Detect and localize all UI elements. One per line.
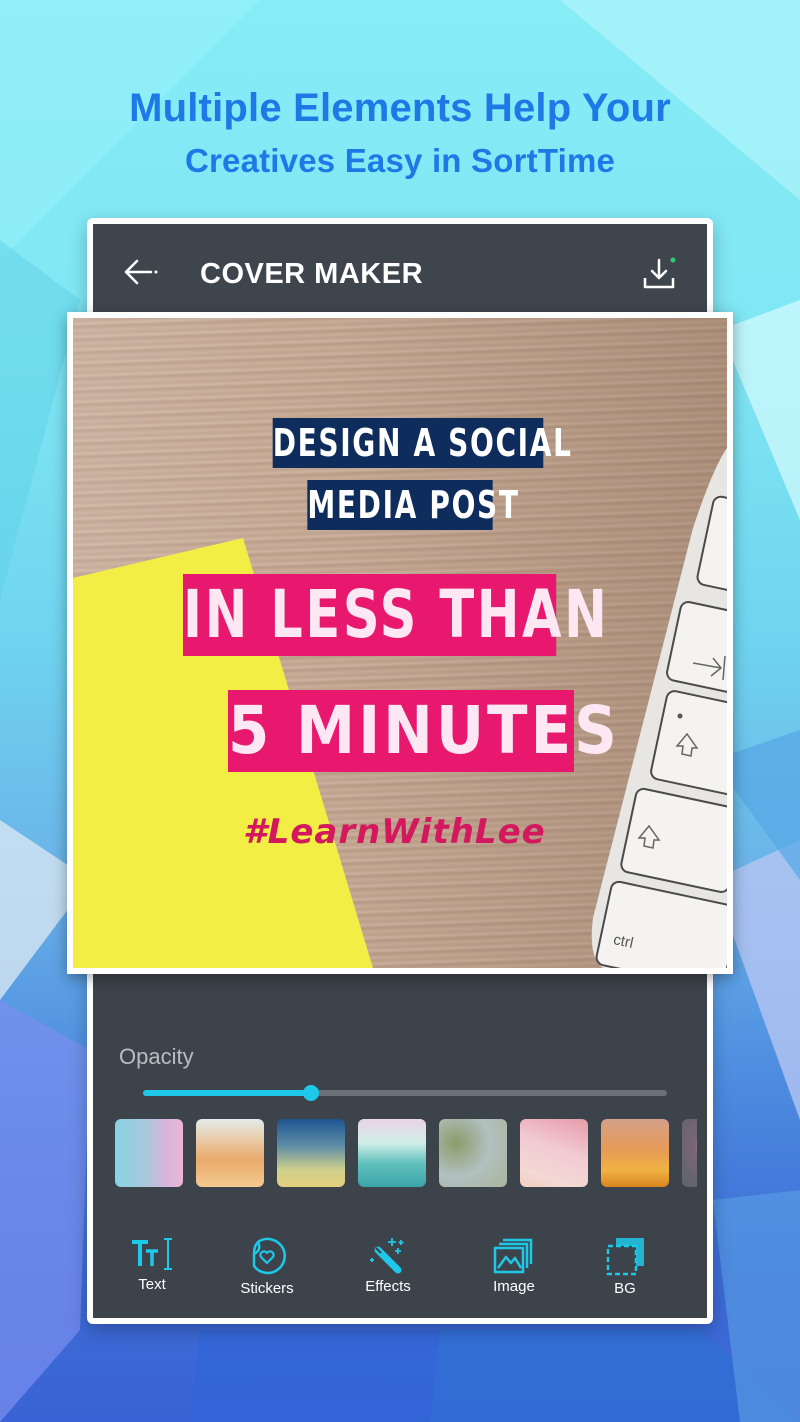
swatch-2[interactable]	[277, 1119, 345, 1187]
magic-wand-icon	[370, 1238, 404, 1274]
canvas-text-3[interactable]: IN LESS THAN	[183, 574, 607, 656]
slider-fill	[143, 1090, 311, 1096]
slider-thumb[interactable]	[302, 1085, 319, 1101]
canvas-text-2[interactable]: MEDIA POST	[307, 480, 518, 530]
swatch-6[interactable]	[601, 1119, 669, 1187]
arrow-left-icon	[124, 259, 158, 285]
back-button[interactable]	[123, 258, 159, 286]
canvas-hashtag[interactable]: #LearnWithLee	[243, 812, 546, 852]
tool-label: BG	[614, 1280, 636, 1297]
image-icon	[493, 1238, 533, 1274]
swatch-7[interactable]	[682, 1119, 697, 1187]
canvas-text-1[interactable]: DESIGN A SOCIAL	[272, 418, 571, 468]
tool-label: Text	[138, 1276, 166, 1293]
download-button[interactable]	[639, 254, 679, 294]
swatch-5[interactable]	[520, 1119, 588, 1187]
opacity-slider[interactable]	[143, 1085, 667, 1101]
design-canvas-frame: ctrl DESIGN A SOCIAL MEDIA POST IN LESS …	[67, 312, 733, 974]
design-canvas[interactable]: ctrl DESIGN A SOCIAL MEDIA POST IN LESS …	[73, 318, 727, 968]
swatch-0[interactable]	[115, 1119, 183, 1187]
background-icon	[606, 1238, 644, 1276]
download-icon	[643, 257, 676, 289]
promo-headline: Multiple Elements Help Your	[129, 86, 671, 130]
tool-image[interactable]: Image	[464, 1224, 564, 1314]
app-bar: COVER MAKER	[93, 224, 707, 320]
tool-bg[interactable]: BG	[575, 1224, 675, 1314]
tool-label: Image	[493, 1278, 535, 1295]
app-title: COVER MAKER	[200, 258, 424, 290]
swatch-4[interactable]	[439, 1119, 507, 1187]
swatch-3[interactable]	[358, 1119, 426, 1187]
tool-text[interactable]: Text	[102, 1224, 202, 1314]
text-icon	[132, 1238, 172, 1270]
tool-label: Stickers	[240, 1280, 294, 1297]
bottom-toolbar: Text Stickers Effects Image BG	[93, 1224, 707, 1318]
sticker-icon	[252, 1237, 286, 1275]
canvas-text-4[interactable]: 5 MINUTES	[228, 690, 617, 772]
background-swatches	[115, 1119, 697, 1189]
swatch-1[interactable]	[196, 1119, 264, 1187]
opacity-label: Opacity	[119, 1044, 194, 1069]
promo-subheadline: Creatives Easy in SortTime	[184, 142, 616, 179]
tool-effects[interactable]: Effects	[338, 1224, 438, 1314]
tool-label: Effects	[365, 1278, 411, 1295]
tool-stickers[interactable]: Stickers	[217, 1224, 317, 1314]
notification-dot	[670, 257, 676, 263]
